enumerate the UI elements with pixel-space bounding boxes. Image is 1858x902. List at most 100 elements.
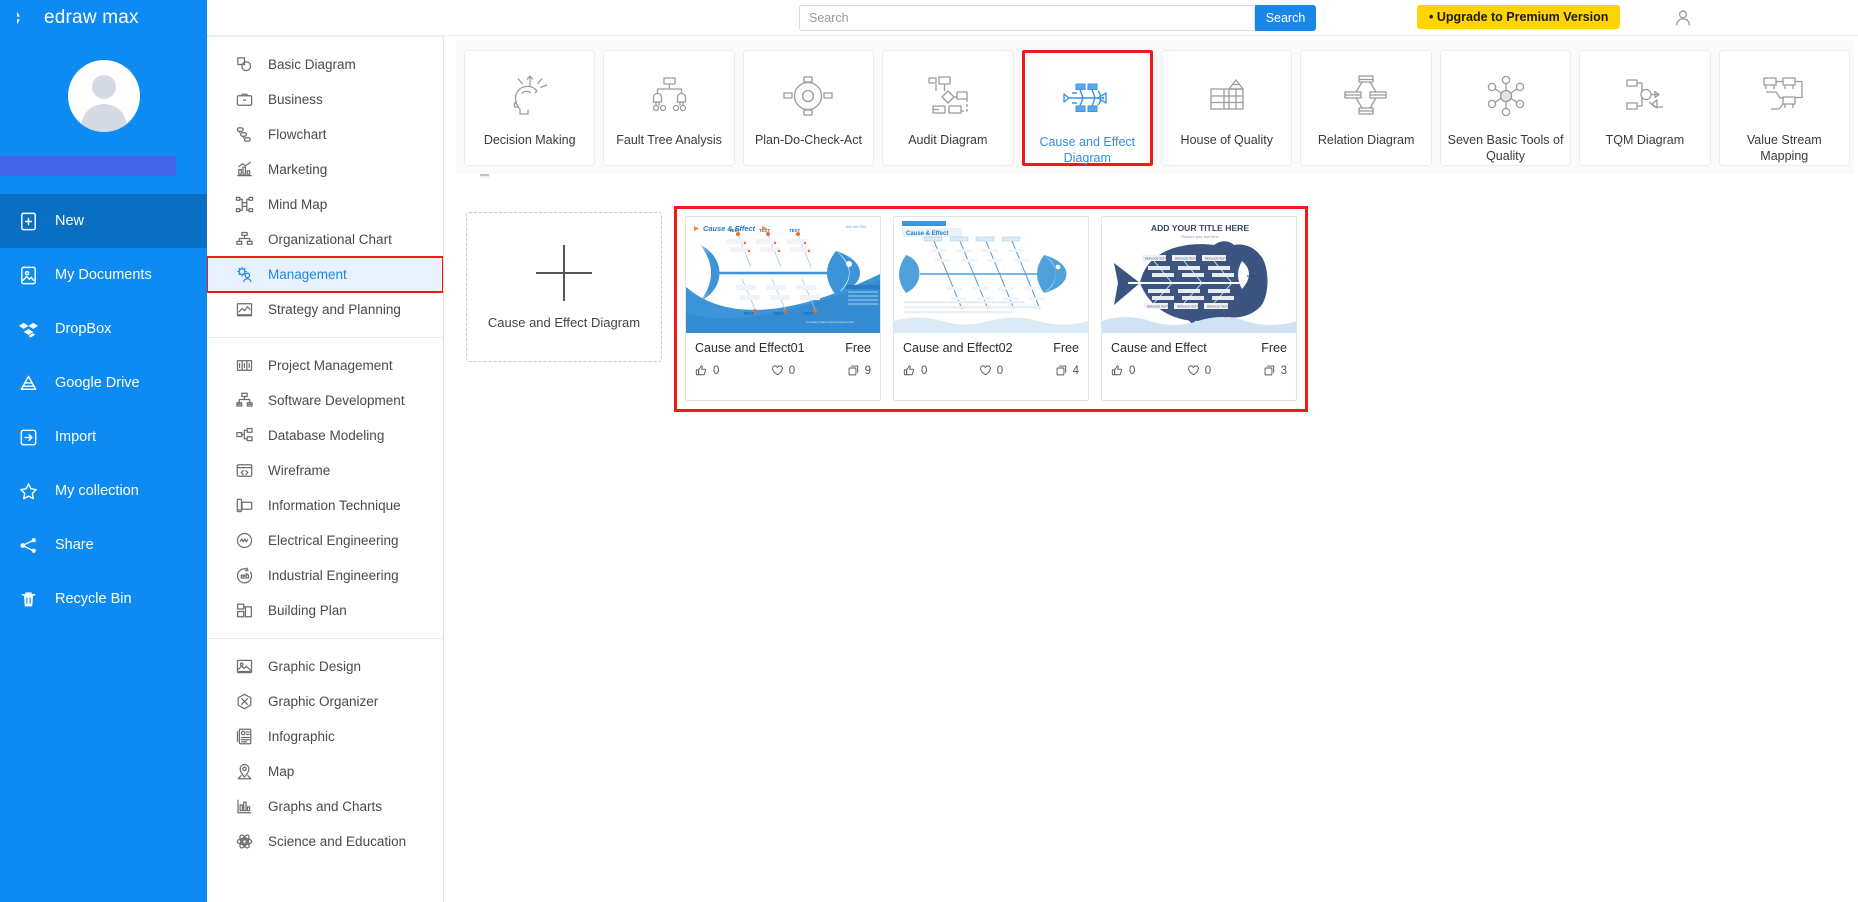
category-item-business[interactable]: Business (207, 82, 443, 117)
import-icon (18, 427, 39, 448)
template-meta: Cause and Effect02 Free 0 0 4 (894, 333, 1088, 377)
type-card-label: Cause and Effect Diagram (1039, 135, 1136, 165)
type-card-relation-diagram[interactable]: Relation Diagram (1300, 50, 1432, 166)
avatar[interactable] (67, 60, 140, 132)
category-item-industrial-engineering[interactable]: Industrial Engineering (207, 558, 443, 593)
org-chart-icon (235, 230, 254, 249)
template-price: Free (1261, 341, 1287, 355)
template-card[interactable]: TEXT TEXT TEXT TEXT TEXT TEXT Cause & Ef… (685, 216, 881, 401)
heart-icon (1188, 365, 1199, 376)
mind-map-icon (235, 195, 254, 214)
sidebar-item-my-collection[interactable]: My collection (0, 464, 207, 518)
category-item-information-technique[interactable]: Information Technique (207, 488, 443, 523)
sidebar-item-import[interactable]: Import (0, 410, 207, 464)
category-item-strategy-and-planning[interactable]: Strategy and Planning (207, 292, 443, 327)
favorite-stat[interactable]: 0 (771, 364, 795, 377)
copies-count: 9 (864, 364, 871, 377)
blank-template-card[interactable]: Cause and Effect Diagram (466, 212, 662, 362)
category-item-label: Business (268, 92, 323, 107)
category-item-graphic-organizer[interactable]: Graphic Organizer (207, 684, 443, 719)
type-card-decision-making[interactable]: Decision Making (464, 50, 596, 166)
template-thumbnail[interactable]: ADD YOUR TITLE HERE Replace your text he… (1102, 217, 1296, 333)
category-item-label: Software Development (268, 393, 405, 408)
favorite-stat[interactable]: 0 (979, 364, 1003, 377)
template-meta: Cause and Effect01 Free 0 0 9 (686, 333, 880, 377)
template-type-strip: Decision Making Fault Tree Analysis Plan-D… (456, 40, 1854, 174)
category-item-label: Graphic Organizer (268, 694, 379, 709)
template-thumbnail[interactable]: Cause & Effect (894, 217, 1088, 333)
like-stat[interactable]: 0 (1111, 364, 1135, 377)
category-item-marketing[interactable]: Marketing (207, 152, 443, 187)
upgrade-button[interactable]: • Upgrade to Premium Version (1417, 5, 1621, 29)
svg-text:TEXT: TEXT (743, 311, 755, 316)
sidebar-item-dropbox[interactable]: DropBox (0, 302, 207, 356)
sidebar-item-label: My collection (55, 483, 139, 499)
wireframe-code-icon (235, 461, 254, 480)
category-item-organizational-chart[interactable]: Organizational Chart (207, 222, 443, 257)
type-card-cause-and-effect-diagram[interactable]: Cause and Effect Diagram (1021, 50, 1154, 166)
category-item-map[interactable]: Map (207, 754, 443, 789)
type-card-house-of-quality[interactable]: House of Quality (1161, 50, 1293, 166)
search-button[interactable]: Search (1255, 5, 1316, 31)
category-item-software-development[interactable]: Software Development (207, 383, 443, 418)
trash-icon (18, 589, 39, 610)
svg-text:EFFECT: EFFECT (1247, 274, 1259, 278)
category-item-project-management[interactable]: Project Management (207, 348, 443, 383)
category-item-wireframe[interactable]: Wireframe (207, 453, 443, 488)
copies-stat[interactable]: 4 (1055, 364, 1079, 377)
category-item-building-plan[interactable]: Building Plan (207, 593, 443, 628)
template-price: Free (845, 341, 871, 355)
favorite-stat[interactable]: 0 (1187, 364, 1211, 377)
category-item-mind-map[interactable]: Mind Map (207, 187, 443, 222)
like-count: 0 (921, 364, 928, 377)
category-item-basic-diagram[interactable]: Basic Diagram (207, 47, 443, 82)
category-item-label: Infographic (268, 729, 335, 744)
category-item-label: Information Technique (268, 498, 401, 513)
category-item-electrical-engineering[interactable]: Electrical Engineering (207, 523, 443, 558)
type-card-tqm-diagram[interactable]: TQM Diagram (1579, 50, 1711, 166)
svg-text:REPLACE TEXT: REPLACE TEXT (1207, 305, 1228, 309)
category-item-infographic[interactable]: Infographic (207, 719, 443, 754)
template-card[interactable]: ADD YOUR TITLE HERE Replace your text he… (1101, 216, 1297, 401)
sidebar-item-label: Google Drive (55, 375, 140, 391)
sidebar-item-google-drive[interactable]: Google Drive (0, 356, 207, 410)
type-card-audit-diagram[interactable]: Audit Diagram (882, 50, 1014, 166)
category-item-graphic-design[interactable]: Graphic Design (207, 649, 443, 684)
avatar-head (91, 75, 116, 99)
template-thumbnail[interactable]: TEXT TEXT TEXT TEXT TEXT TEXT Cause & Ef… (686, 217, 880, 333)
sidebar-item-share[interactable]: Share (0, 518, 207, 572)
category-item-database-modeling[interactable]: Database Modeling (207, 418, 443, 453)
user-account-icon[interactable] (1673, 8, 1693, 28)
sidebar-item-my-documents[interactable]: My Documents (0, 248, 207, 302)
thumbs-up-icon (1111, 365, 1123, 376)
like-stat[interactable]: 0 (695, 364, 719, 377)
svg-text:Add Your Text: Add Your Text (846, 225, 866, 229)
copies-stat[interactable]: 3 (1263, 364, 1287, 377)
svg-text:Company Name www.company.com: Company Name www.company.com (806, 320, 855, 324)
favorite-count: 0 (788, 364, 796, 377)
type-card-seven-basic-tools-of-quality[interactable]: Seven Basic Tools of Quality (1439, 50, 1572, 166)
type-card-fault-tree-analysis[interactable]: Fault Tree Analysis (603, 50, 735, 166)
category-item-flowchart[interactable]: Flowchart (207, 117, 443, 152)
type-card-value-stream-mapping[interactable]: Value Stream Mapping (1718, 50, 1850, 166)
search-input[interactable] (799, 5, 1255, 31)
sidebar-item-label: Recycle Bin (55, 591, 132, 607)
like-stat[interactable]: 0 (903, 364, 927, 377)
category-item-science-and-education[interactable]: Science and Education (207, 824, 443, 859)
category-item-label: Management (268, 267, 347, 282)
type-card-plan-do-check-act[interactable]: Plan-Do-Check-Act (742, 50, 875, 166)
category-item-graphs-and-charts[interactable]: Graphs and Charts (207, 789, 443, 824)
username-placeholder-bar (0, 156, 176, 176)
copies-icon (1264, 365, 1274, 376)
favorite-count: 0 (1204, 364, 1212, 377)
type-card-label: Plan-Do-Check-Act (754, 133, 862, 147)
sidebar-item-label: DropBox (55, 321, 112, 337)
sidebar-item-new[interactable]: New (0, 194, 207, 248)
sidebar-item-recycle-bin[interactable]: Recycle Bin (0, 572, 207, 626)
category-item-management[interactable]: Management (207, 256, 443, 293)
heart-icon (772, 365, 783, 376)
category-item-label: Marketing (268, 162, 328, 177)
copies-stat[interactable]: 9 (847, 364, 871, 377)
template-card[interactable]: Cause & Effect Cause and Effect02 Free 0… (893, 216, 1089, 401)
value-stream-icon (1758, 73, 1810, 119)
